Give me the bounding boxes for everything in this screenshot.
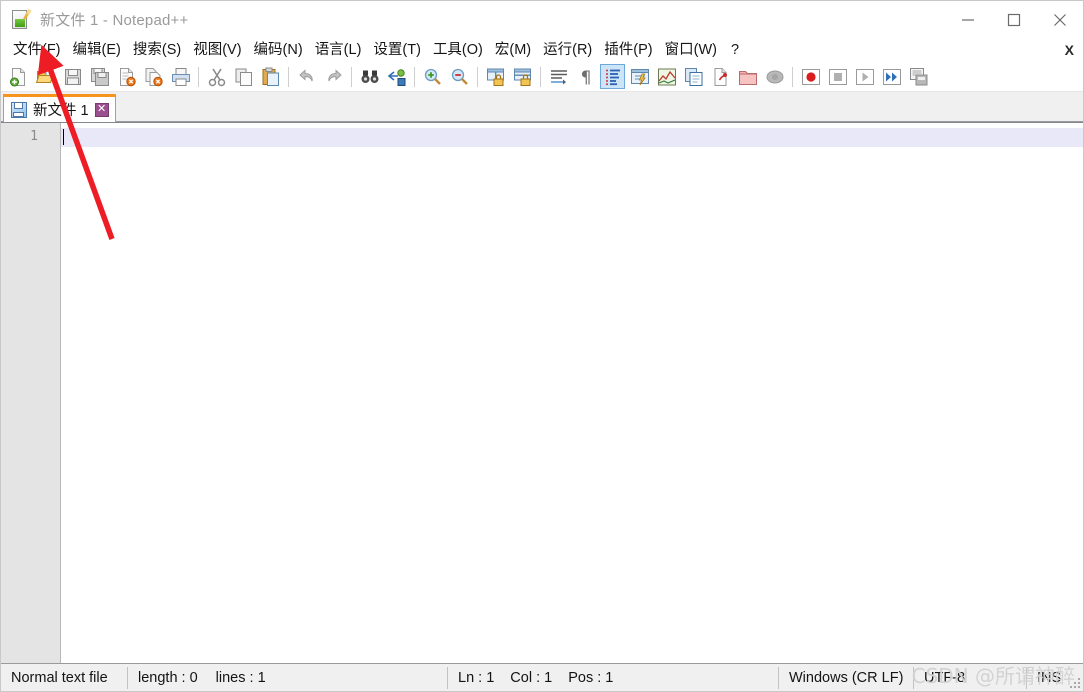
window-title: 新文件 1 - Notepad++	[40, 12, 189, 29]
minimize-icon[interactable]	[945, 1, 991, 38]
menu-tools[interactable]: 工具(O)	[427, 39, 489, 61]
menu-plugins[interactable]: 插件(P)	[598, 39, 658, 61]
resize-grip[interactable]	[1068, 676, 1080, 688]
toolbar-separator	[288, 66, 289, 87]
toolbar-separator	[477, 66, 478, 87]
folder-as-workspace-icon[interactable]	[735, 64, 760, 89]
function-list-icon[interactable]	[681, 64, 706, 89]
menu-help[interactable]: ?	[723, 39, 745, 61]
status-caret-position: Ln : 1 Col : 1 Pos : 1	[448, 667, 778, 689]
menu-file[interactable]: 文件(F)	[7, 39, 67, 61]
undo-icon[interactable]	[294, 64, 319, 89]
current-line-highlight	[61, 128, 1083, 147]
title-bar: 新文件 1 - Notepad++	[1, 1, 1083, 38]
menu-run[interactable]: 运行(R)	[537, 39, 598, 61]
saved-document-icon	[11, 101, 27, 118]
zoom-in-icon[interactable]	[420, 64, 445, 89]
sync-vertical-scroll-icon[interactable]	[483, 64, 508, 89]
document-map-icon[interactable]	[654, 64, 679, 89]
paste-icon[interactable]	[258, 64, 283, 89]
menu-window[interactable]: 窗口(W)	[659, 39, 723, 61]
menu-edit[interactable]: 编辑(E)	[67, 39, 127, 61]
status-ln: Ln : 1	[458, 669, 495, 686]
menu-view[interactable]: 视图(V)	[187, 39, 247, 61]
tab-bar: 新文件 1 ✕	[1, 92, 1083, 122]
line-number: 1	[30, 129, 38, 144]
menu-bar: 文件(F) 编辑(E) 搜索(S) 视图(V) 编码(N) 语言(L) 设置(T…	[1, 38, 1083, 62]
sync-horizontal-scroll-icon[interactable]	[510, 64, 535, 89]
replace-icon[interactable]	[384, 64, 409, 89]
status-pos: Pos : 1	[568, 669, 614, 686]
show-all-characters-icon[interactable]: ¶	[573, 64, 598, 89]
window-controls	[945, 1, 1083, 38]
line-number-gutter: 1	[1, 123, 61, 663]
tab-new-file-1[interactable]: 新文件 1 ✕	[3, 94, 116, 122]
close-document-button[interactable]: X	[1065, 42, 1074, 58]
status-eol-format[interactable]: Windows (CR LF)	[779, 667, 913, 689]
new-file-icon[interactable]	[6, 64, 31, 89]
toolbar-separator	[792, 66, 793, 87]
notepad-plus-plus-icon	[10, 9, 32, 31]
text-caret	[63, 129, 64, 145]
menu-encoding[interactable]: 编码(N)	[248, 39, 309, 61]
editor-area[interactable]: 1	[1, 122, 1083, 663]
menu-macro[interactable]: 宏(M)	[489, 39, 537, 61]
word-wrap-icon[interactable]	[546, 64, 571, 89]
redo-icon[interactable]	[321, 64, 346, 89]
text-canvas[interactable]	[61, 123, 1083, 663]
status-document-type: Normal text file	[11, 669, 108, 686]
show-indent-guide-icon[interactable]	[600, 64, 625, 89]
tab-label: 新文件 1	[33, 103, 89, 119]
cut-icon[interactable]	[204, 64, 229, 89]
close-icon[interactable]	[1037, 1, 1083, 38]
open-file-icon[interactable]	[33, 64, 58, 89]
menu-language[interactable]: 语言(L)	[309, 39, 368, 61]
save-macro-icon[interactable]	[906, 64, 931, 89]
maximize-icon[interactable]	[991, 1, 1037, 38]
toolbar-separator	[414, 66, 415, 87]
status-bar: Normal text file length : 0 lines : 1 Ln…	[1, 663, 1083, 691]
close-all-files-icon[interactable]	[141, 64, 166, 89]
menu-settings[interactable]: 设置(T)	[367, 39, 427, 61]
toolbar-separator	[540, 66, 541, 87]
close-file-icon[interactable]	[114, 64, 139, 89]
toolbar-separator	[198, 66, 199, 87]
status-lines: lines : 1	[215, 669, 266, 686]
menu-search[interactable]: 搜索(S)	[127, 39, 187, 61]
document-switcher-icon[interactable]	[708, 64, 733, 89]
find-icon[interactable]	[357, 64, 382, 89]
svg-text:¶: ¶	[580, 68, 591, 87]
toolbar: ¶	[1, 62, 1083, 92]
status-col: Col : 1	[510, 669, 553, 686]
monitoring-icon[interactable]	[762, 64, 787, 89]
tab-close-icon[interactable]: ✕	[94, 102, 109, 117]
print-icon[interactable]	[168, 64, 193, 89]
record-macro-icon[interactable]	[798, 64, 823, 89]
run-macro-multiple-icon[interactable]	[879, 64, 904, 89]
status-length-lines: length : 0 lines : 1	[128, 667, 276, 689]
notepad-plus-plus-window: 新文件 1 - Notepad++ 文件(F) 编辑(E) 搜索(S) 视图(V…	[0, 0, 1084, 692]
status-encoding[interactable]: UTF-8	[914, 667, 1026, 689]
toolbar-separator	[351, 66, 352, 87]
copy-icon[interactable]	[231, 64, 256, 89]
save-icon[interactable]	[60, 64, 85, 89]
user-defined-language-icon[interactable]	[627, 64, 652, 89]
status-length: length : 0	[138, 669, 198, 686]
save-all-icon[interactable]	[87, 64, 112, 89]
play-macro-icon[interactable]	[852, 64, 877, 89]
zoom-out-icon[interactable]	[447, 64, 472, 89]
stop-macro-icon[interactable]	[825, 64, 850, 89]
